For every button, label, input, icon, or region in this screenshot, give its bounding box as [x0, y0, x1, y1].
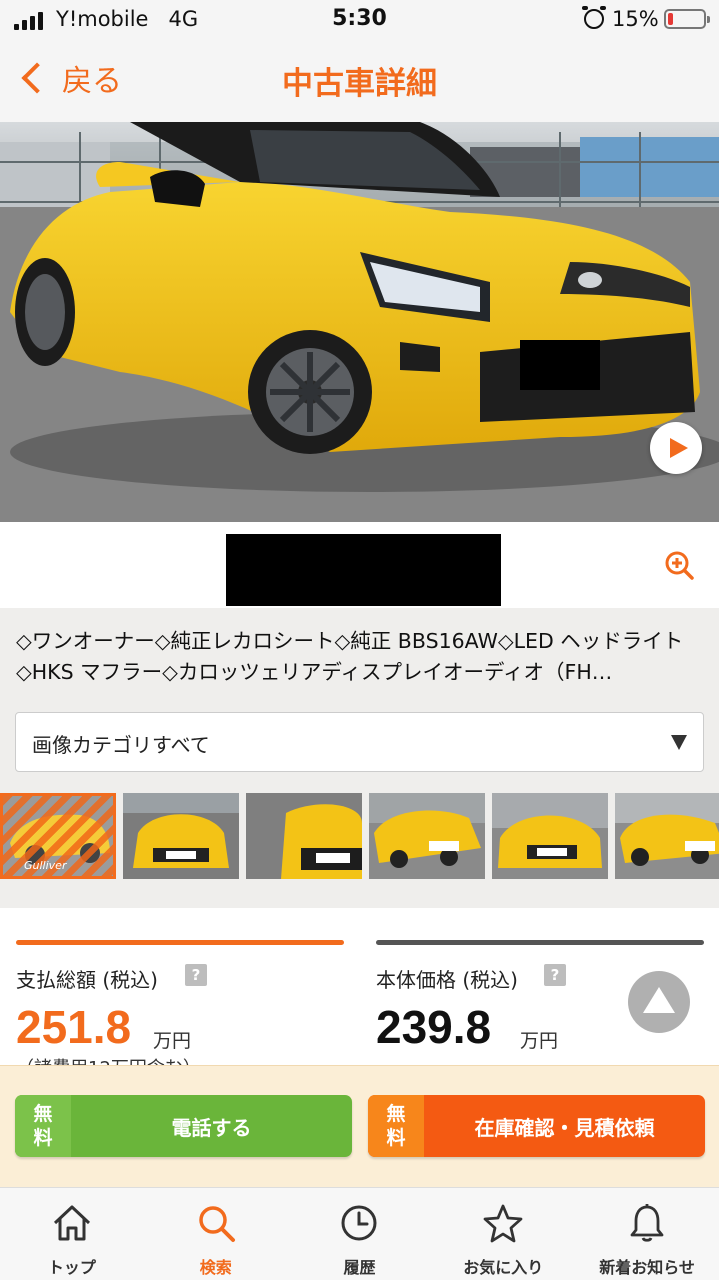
free-badge: 無 料 [15, 1095, 71, 1157]
total-price-unit: 万円 [153, 1030, 192, 1052]
thumbnail-strip: Gulliver [0, 793, 719, 879]
bell-icon [630, 1204, 664, 1242]
thumbnail-2[interactable] [123, 793, 239, 879]
thumbnail-1[interactable]: Gulliver [0, 793, 116, 879]
tab-history[interactable]: 履歴 [288, 1188, 432, 1280]
call-button[interactable]: 無 料 電話する [15, 1095, 352, 1157]
cta-bar: 無 料 電話する 無 料 在庫確認・見積依頼 [0, 1065, 719, 1187]
status-bar: Y!mobile 4G 5:30 15% [0, 0, 719, 40]
call-label: 電話する [171, 1115, 252, 1140]
total-price-label: 支払総額 (税込) [16, 968, 158, 992]
dropdown-arrow-icon [671, 735, 687, 750]
price-card: 支払総額 (税込) ? 251.8 万円 （諸費用12万円含む） 本体価格 (税… [0, 908, 719, 1065]
tab-search[interactable]: 検索 [144, 1188, 288, 1280]
total-price-note: （諸費用12万円含む） [16, 1054, 201, 1065]
total-price-value: 251.8 [16, 1001, 132, 1053]
tab-top-label: トップ [47, 1258, 96, 1277]
image-category-select[interactable]: 画像カテゴリすべて [15, 712, 704, 772]
star-icon [483, 1204, 523, 1243]
battery-percent: 15% [612, 7, 659, 31]
video-play-button[interactable] [650, 422, 702, 474]
car-description: ◇ワンオーナー◇純正レカロシート◇純正 BBS16AW◇LED ヘッドライト◇H… [16, 629, 684, 684]
redacted-car-name [226, 534, 501, 606]
bottom-tab-bar: トップ 検索 履歴 お気に入り 新着お知らせ [0, 1187, 719, 1280]
inquiry-label: 在庫確認・見積依頼 [474, 1115, 655, 1140]
thumbnail-6[interactable] [615, 793, 719, 879]
tab-history-label: 履歴 [343, 1258, 376, 1277]
thumbnail-5[interactable] [492, 793, 608, 879]
tab-top[interactable]: トップ [0, 1188, 144, 1280]
zoom-in-icon[interactable] [664, 550, 694, 580]
body-price-bar [376, 940, 704, 945]
car-photo-illustration [0, 122, 719, 522]
thumbnail-watermark: Gulliver [24, 859, 67, 872]
inquiry-button[interactable]: 無 料 在庫確認・見積依頼 [368, 1095, 705, 1157]
tab-notifications-label: 新着お知らせ [599, 1258, 695, 1277]
total-price-help-icon[interactable]: ? [185, 964, 207, 986]
body-price-help-icon[interactable]: ? [544, 964, 566, 986]
page-title: 中古車詳細 [282, 66, 437, 102]
car-name-row [0, 522, 719, 608]
scroll-to-top-button[interactable] [628, 971, 690, 1033]
thumbnail-4[interactable] [369, 793, 485, 879]
tab-favorites[interactable]: お気に入り [431, 1188, 575, 1280]
body-price-value: 239.8 [376, 1001, 492, 1053]
car-main-photo[interactable] [0, 122, 719, 522]
thumbnail-3[interactable] [246, 793, 362, 879]
battery-icon [664, 9, 710, 29]
alarm-icon [582, 6, 606, 29]
nav-header: 戻る 中古車詳細 [0, 40, 719, 122]
home-icon [53, 1205, 90, 1241]
search-icon [198, 1206, 235, 1242]
body-price-label: 本体価格 (税込) [376, 968, 518, 992]
tab-notifications[interactable]: 新着お知らせ [575, 1188, 719, 1280]
tab-favorites-label: お気に入り [463, 1258, 544, 1277]
tab-search-label: 検索 [199, 1258, 232, 1277]
body-price-unit: 万円 [520, 1030, 559, 1052]
total-price-bar [16, 940, 344, 945]
free-badge: 無 料 [368, 1095, 424, 1157]
image-category-value: 画像カテゴリすべて [32, 733, 210, 757]
history-icon [341, 1205, 377, 1241]
